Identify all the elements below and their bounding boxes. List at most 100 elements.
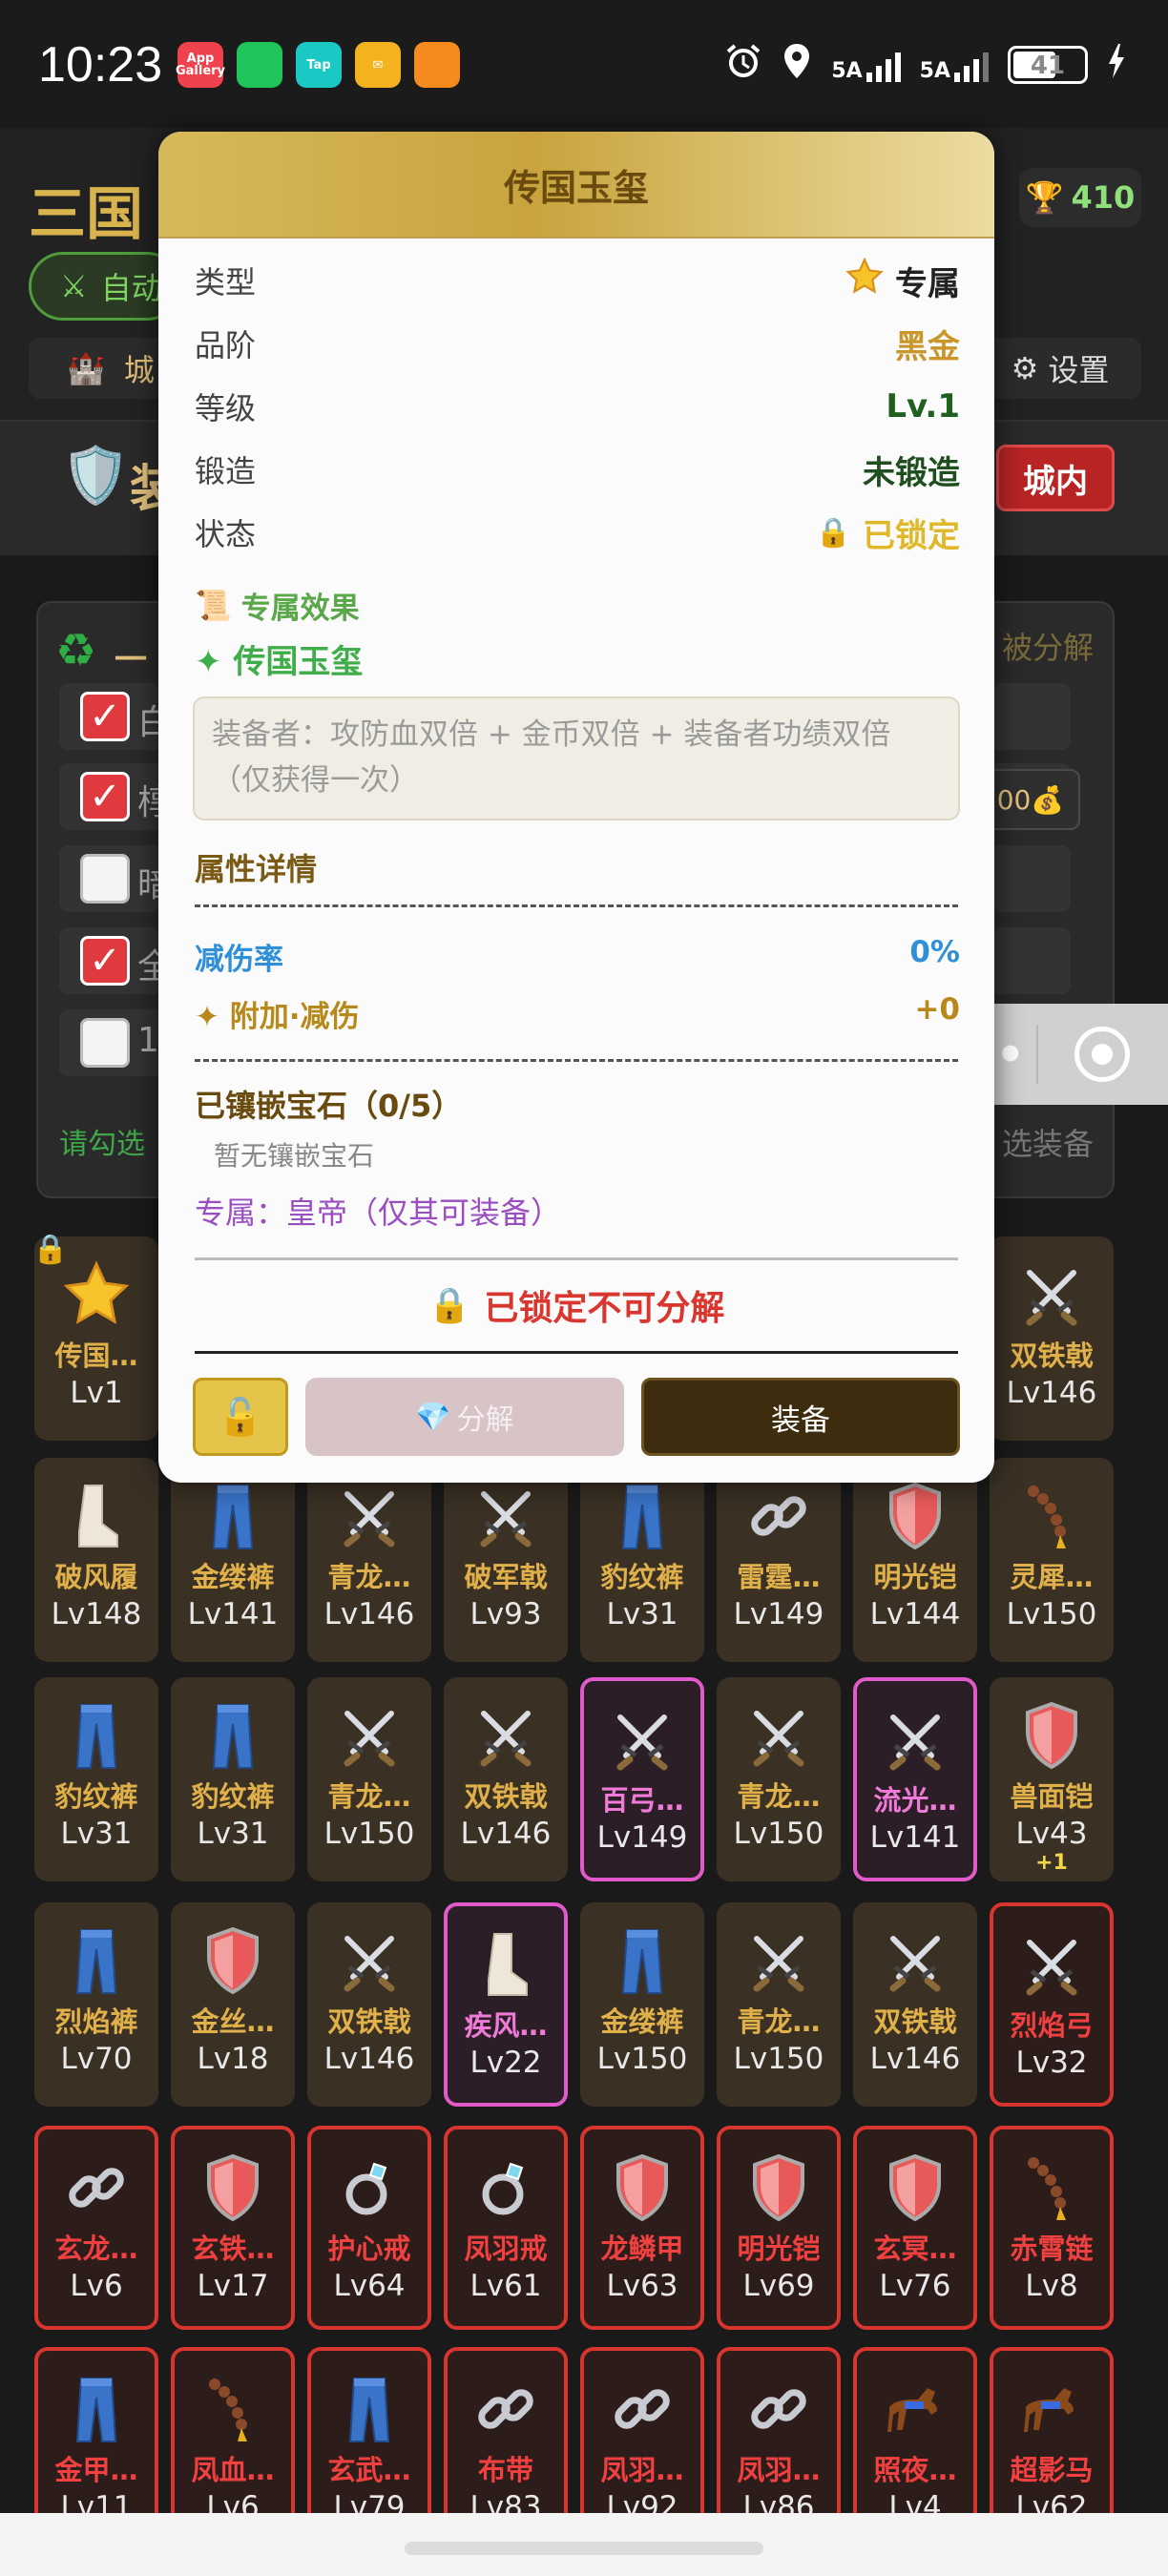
settings-label: 设置	[1048, 352, 1110, 388]
inventory-item[interactable]: 疾风… Lv22	[444, 1902, 568, 2107]
battery-level: 41	[1030, 51, 1066, 80]
effect-description: 装备者：攻防血双倍 + 金币双倍 + 装备者功绩双倍（仅获得一次）	[193, 696, 960, 821]
attribute-label: ✦ 附加·减伤	[195, 1000, 360, 1034]
filter-checkbox[interactable]: ✓	[80, 936, 130, 986]
inventory-item[interactable]: 赤霄链 Lv8	[990, 2126, 1114, 2330]
inventory-item[interactable]: 破军戟 Lv93	[444, 1458, 568, 1662]
inventory-item[interactable]: 凤羽戒 Lv61	[444, 2126, 568, 2330]
item-level: Lv64	[333, 2269, 406, 2303]
inventory-item[interactable]: 明光铠 Lv69	[717, 2126, 841, 2330]
item-name: 豹纹裤	[600, 1561, 684, 1593]
item-name: 凤羽…	[737, 2454, 821, 2486]
filter-checkbox[interactable]: ✓	[80, 692, 130, 741]
trophy-counter[interactable]: 🏆 410	[1019, 168, 1141, 227]
inventory-item[interactable]: 破风履 Lv148	[34, 1458, 158, 1662]
filter-checkbox[interactable]	[80, 854, 130, 904]
detail-row: 锻造 未锻造	[195, 441, 960, 498]
diamond-icon: 💎	[415, 1400, 451, 1434]
attribute-value: +0	[914, 992, 960, 1027]
crossed-swords-icon	[743, 1925, 814, 1996]
filter-checkbox[interactable]: ✓	[80, 772, 130, 821]
detail-value: 专属	[895, 264, 960, 303]
home-gesture-handle[interactable]	[405, 2542, 763, 2555]
item-level: Lv18	[197, 2042, 269, 2076]
exclusive-effect-header: 📜 专属效果	[195, 584, 360, 627]
inventory-item[interactable]: 双铁戟 Lv146	[444, 1677, 568, 1881]
status-bar: 10:23 App Gallery Tap ✉ 5A 5A 41	[0, 0, 1168, 128]
location-icon	[782, 42, 812, 87]
inventory-item[interactable]: 🔒 传国… Lv1	[32, 1233, 158, 1441]
item-name: 双铁戟	[327, 2005, 411, 2038]
inventory-item[interactable]: 双铁戟 Lv146	[853, 1902, 977, 2107]
divider	[195, 1059, 958, 1062]
item-level: Lv150	[596, 2042, 688, 2076]
inventory-item[interactable]: 豹纹裤 Lv31	[580, 1458, 704, 1662]
attribute-row: ✦ 附加·减伤 +0	[195, 992, 960, 1035]
inventory-item[interactable]: 明光铠 Lv144	[853, 1458, 977, 1662]
inventory-item[interactable]: 金缕裤 Lv141	[171, 1458, 295, 1662]
item-name: 玄龙…	[54, 2233, 138, 2265]
charging-icon	[1107, 43, 1126, 86]
equip-button[interactable]: 装备	[641, 1378, 960, 1456]
filter-checkbox[interactable]	[80, 1018, 130, 1068]
item-level: Lv43	[1015, 1817, 1088, 1851]
item-name: 双铁戟	[873, 2005, 957, 2038]
battery-icon: 41	[1008, 45, 1088, 84]
inventory-item[interactable]: 玄龙… Lv6	[34, 2126, 158, 2330]
crossed-swords-icon	[1016, 1929, 1087, 2000]
crossed-swords-icon	[880, 1925, 950, 1996]
inventory-item[interactable]: 双铁戟 Lv146	[307, 1902, 431, 2107]
unlock-button[interactable]: 🔓	[193, 1378, 288, 1456]
inventory-item[interactable]: 灵犀… Lv150	[990, 1458, 1114, 1662]
inventory-item[interactable]: 百弓… Lv149	[580, 1677, 704, 1881]
recycle-icon: ♻	[55, 624, 97, 677]
inventory-item[interactable]: 烈焰弓 Lv32	[990, 1902, 1114, 2107]
inventory-item[interactable]: 豹纹裤 Lv31	[171, 1677, 295, 1881]
inventory-item[interactable]: 龙鳞甲 Lv63	[580, 2126, 704, 2330]
boot-icon	[470, 1929, 541, 2000]
signal-icon-2: 5A	[920, 48, 989, 82]
inventory-item[interactable]: 青龙… Lv146	[307, 1458, 431, 1662]
item-name: 百弓…	[600, 1784, 684, 1817]
inventory-item[interactable]: 豹纹裤 Lv31	[34, 1677, 158, 1881]
item-level: Lv149	[596, 1820, 688, 1855]
inventory-item[interactable]: 青龙… Lv150	[717, 1677, 841, 1881]
item-level: Lv141	[187, 1597, 279, 1631]
trophy-count: 410	[1071, 179, 1136, 216]
shield-icon: 🛡️	[61, 443, 131, 508]
inventory-item[interactable]: 金缕裤 Lv150	[580, 1902, 704, 2107]
pants-icon	[61, 1700, 132, 1771]
detail-label: 锻造	[195, 453, 257, 489]
decompose-button[interactable]: 💎 分解	[305, 1378, 624, 1456]
detail-label: 品阶	[195, 327, 257, 364]
inventory-item[interactable]: 护心戒 Lv64	[307, 2126, 431, 2330]
shield-icon	[880, 1481, 950, 1551]
modal-header: 传国玉玺	[158, 132, 994, 239]
inventory-item[interactable]: 青龙… Lv150	[307, 1677, 431, 1881]
item-level: Lv69	[742, 2269, 815, 2303]
inventory-item[interactable]: 烈焰裤 Lv70	[34, 1902, 158, 2107]
chain-icon	[470, 2374, 541, 2444]
taptap-icon: Tap	[296, 42, 342, 88]
inventory-item[interactable]: 流光… Lv141	[853, 1677, 977, 1881]
close-target-icon[interactable]	[1074, 1027, 1130, 1082]
in-city-button[interactable]: 城内	[996, 445, 1115, 511]
inventory-item[interactable]: 金丝… Lv18	[171, 1902, 295, 2107]
settings-button[interactable]: ⚙ 设置	[979, 338, 1141, 399]
item-level: Lv146	[323, 1597, 415, 1631]
castle-icon: 🏰	[67, 350, 105, 386]
inventory-item[interactable]: 兽面铠 Lv43 +1	[990, 1677, 1114, 1881]
select-equipment-label[interactable]: 选装备	[1002, 1120, 1094, 1164]
beads-icon	[1016, 2152, 1087, 2223]
inventory-item[interactable]: 青龙… Lv150	[717, 1902, 841, 2107]
capsule-divider	[1036, 1025, 1038, 1084]
pants-icon	[61, 1925, 132, 1996]
inventory-item[interactable]: 双铁戟 Lv146	[990, 1236, 1114, 1441]
inventory-item[interactable]: 玄冥… Lv76	[853, 2126, 977, 2330]
inventory-item[interactable]: 雷霆… Lv149	[717, 1458, 841, 1662]
item-name: 兽面铠	[1010, 1780, 1094, 1813]
item-name: 青龙…	[737, 2005, 821, 2038]
panel-title: 一	[115, 641, 147, 679]
inventory-item[interactable]: 玄铁… Lv17	[171, 2126, 295, 2330]
signal-label: 5A	[831, 58, 863, 83]
